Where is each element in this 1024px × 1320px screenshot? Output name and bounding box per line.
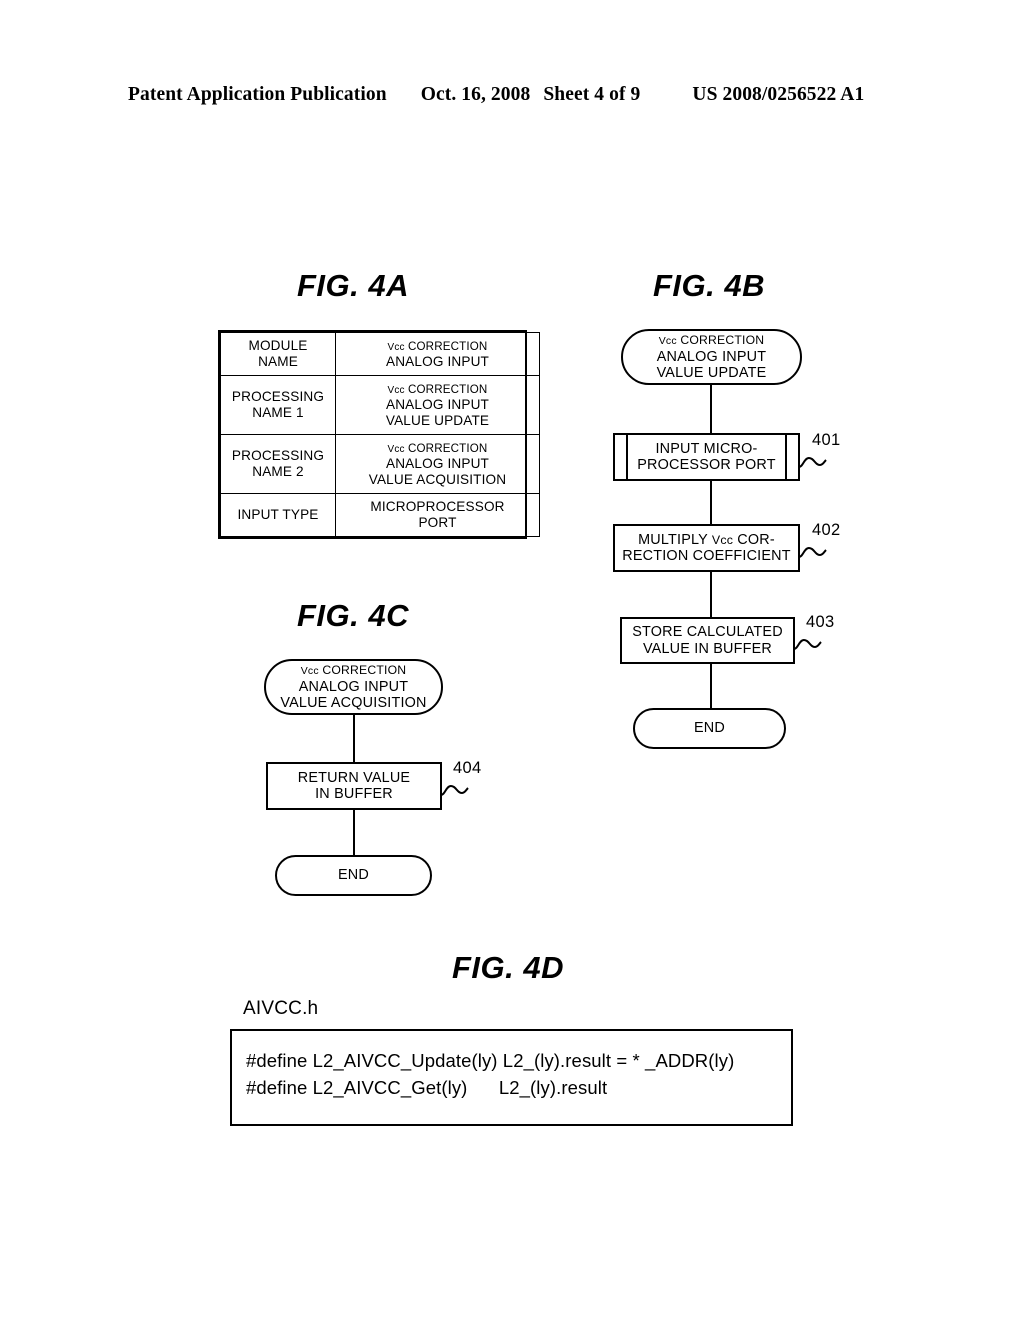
fig4c-step-404: RETURN VALUE IN BUFFER xyxy=(266,762,442,810)
aivcc-file-label: AIVCC.h xyxy=(243,998,319,1019)
table-cell-label-line1: PROCESSING xyxy=(231,389,325,405)
fig4c-connector-2 xyxy=(353,810,355,855)
fig4b-step-401-line2: PROCESSOR PORT xyxy=(637,457,776,473)
reference-leader-402 xyxy=(798,546,827,558)
fig4b-connector-2 xyxy=(710,481,712,524)
table-row: PROCESSING NAME 2 Vcc CORRECTION ANALOG … xyxy=(220,434,540,495)
fig4d-code-block: #define L2_AIVCC_Update(ly) L2_(ly).resu… xyxy=(230,1029,793,1126)
table-cell-value: Vcc CORRECTION ANALOG INPUT VALUE ACQUIS… xyxy=(335,434,540,495)
fig4b-start-line3: VALUE UPDATE xyxy=(656,365,767,382)
table-cell-value-line2: ANALOG INPUT xyxy=(385,456,490,472)
fig4c-start-line3: VALUE ACQUISITION xyxy=(280,695,427,712)
fig4c-end-terminator: END xyxy=(275,855,432,896)
table-cell-label-line1: MODULE xyxy=(248,338,308,353)
header-publication-label: Patent Application Publication xyxy=(128,84,387,105)
table-row: INPUT TYPE MICROPROCESSOR PORT xyxy=(220,493,540,538)
fig4b-start-terminator: Vcc CORRECTION ANALOG INPUT VALUE UPDATE xyxy=(621,329,802,385)
reference-numeral-404: 404 xyxy=(453,759,482,777)
table-cell-value-line1: MICROPROCESSOR xyxy=(370,499,505,515)
fig4b-step-402-line1: MULTIPLY Vcc COR- xyxy=(638,531,775,548)
table-cell-value: MICROPROCESSOR PORT xyxy=(335,493,540,538)
table-cell-value-line3: VALUE UPDATE xyxy=(385,413,490,429)
reference-leader-401 xyxy=(798,456,827,468)
fig4b-start-line2: ANALOG INPUT xyxy=(656,348,767,365)
reference-leader-403 xyxy=(793,638,822,650)
table-row: MODULE NAME Vcc CORRECTION ANALOG INPUT xyxy=(220,331,540,377)
table-cell-value-line3: VALUE ACQUISITION xyxy=(368,472,507,488)
table-cell-label: PROCESSING NAME 1 xyxy=(220,375,336,436)
table-cell-label-line1: INPUT TYPE xyxy=(237,507,319,523)
table-cell-value-line2: PORT xyxy=(418,515,457,531)
fig4b-end-label: END xyxy=(694,720,725,737)
table-cell-label: MODULE NAME xyxy=(220,331,336,377)
table-cell-value-line1: Vcc CORRECTION xyxy=(387,383,488,397)
table-cell-label: PROCESSING NAME 2 xyxy=(220,434,336,495)
table-cell-label-line2: NAME xyxy=(258,354,298,370)
table-cell-value-line2: ANALOG INPUT xyxy=(385,354,490,370)
fig4c-step-404-line1: RETURN VALUE xyxy=(297,769,411,786)
code-line: #define L2_AIVCC_Update(ly) L2_(ly).resu… xyxy=(246,1050,735,1071)
figure-title-4a: FIG. 4A xyxy=(297,268,410,303)
figure-title-4b: FIG. 4B xyxy=(653,268,766,303)
table-cell-value: Vcc CORRECTION ANALOG INPUT xyxy=(335,331,540,377)
header-sheet-label: Sheet 4 of 9 xyxy=(543,84,641,105)
fig4c-end-label: END xyxy=(338,867,369,884)
reference-numeral-403: 403 xyxy=(806,613,835,631)
page-header: Patent Application Publication Oct. 16, … xyxy=(128,84,896,110)
reference-numeral-402: 402 xyxy=(812,521,841,539)
header-date-label: Oct. 16, 2008 xyxy=(420,84,531,105)
fig4b-step-401: INPUT MICRO- PROCESSOR PORT xyxy=(613,433,800,481)
table-cell-value-line2: ANALOG INPUT xyxy=(385,397,490,413)
table-cell-value-line1: Vcc CORRECTION xyxy=(387,340,488,353)
fig4b-connector-1 xyxy=(710,385,712,433)
fig4b-step-403: STORE CALCULATED VALUE IN BUFFER xyxy=(620,617,795,664)
fig4c-start-line2: ANALOG INPUT xyxy=(298,678,409,695)
table-cell-value: Vcc CORRECTION ANALOG INPUT VALUE UPDATE xyxy=(335,375,540,436)
fig4a-module-table: MODULE NAME Vcc CORRECTION ANALOG INPUT … xyxy=(218,330,540,540)
table-row: PROCESSING NAME 1 Vcc CORRECTION ANALOG … xyxy=(220,375,540,436)
fig4b-connector-3 xyxy=(710,572,712,617)
fig4b-step-401-line1: INPUT MICRO- xyxy=(655,440,758,457)
table-cell-label: INPUT TYPE xyxy=(220,493,336,538)
fig4c-start-terminator: Vcc CORRECTION ANALOG INPUT VALUE ACQUIS… xyxy=(264,659,443,715)
figure-title-4c: FIG. 4C xyxy=(297,598,410,633)
code-line: #define L2_AIVCC_Get(ly) L2_(ly).result xyxy=(246,1076,608,1098)
figure-title-4d: FIG. 4D xyxy=(452,950,565,985)
header-patent-number: US 2008/0256522 A1 xyxy=(692,84,865,105)
fig4c-connector-1 xyxy=(353,715,355,762)
fig4b-connector-4 xyxy=(710,664,712,708)
table-cell-label-line1: PROCESSING xyxy=(231,448,325,464)
table-cell-label-line2: NAME 1 xyxy=(252,405,304,421)
fig4b-step-403-line2: VALUE IN BUFFER xyxy=(642,640,773,657)
fig4b-start-line1: Vcc CORRECTION xyxy=(658,333,765,348)
fig4b-step-402: MULTIPLY Vcc COR- RECTION COEFFICIENT xyxy=(613,524,800,572)
fig4b-step-403-line1: STORE CALCULATED xyxy=(632,624,783,641)
fig4b-step-402-line2: RECTION COEFFICIENT xyxy=(622,548,791,564)
fig4b-end-terminator: END xyxy=(633,708,786,749)
fig4c-start-line1: Vcc CORRECTION xyxy=(300,663,407,678)
reference-leader-404 xyxy=(440,784,469,796)
fig4c-step-404-line2: IN BUFFER xyxy=(315,786,393,802)
table-cell-label-line2: NAME 2 xyxy=(252,464,304,480)
reference-numeral-401: 401 xyxy=(812,431,841,449)
table-cell-value-line1: Vcc CORRECTION xyxy=(387,442,488,456)
